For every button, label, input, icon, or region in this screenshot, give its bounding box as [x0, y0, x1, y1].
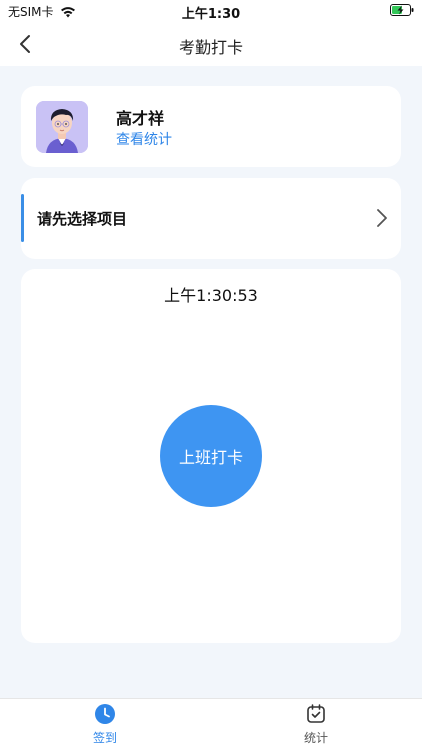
avatar-illustration — [36, 101, 88, 153]
chevron-right-icon — [377, 209, 387, 227]
clock-in-button[interactable]: 上班打卡 — [160, 405, 262, 507]
checkin-card: 上午1:30:53 上班打卡 — [21, 269, 401, 643]
wifi-icon — [60, 6, 75, 17]
profile-card: 高才祥 查看统计 — [21, 86, 401, 167]
tab-stats-label: 统计 — [303, 731, 328, 745]
current-time: 上午1:30:53 — [164, 286, 258, 305]
tab-stats[interactable]: 统计 — [286, 703, 346, 747]
calendar-check-icon — [307, 704, 325, 723]
carrier-label: 无SIM卡 — [8, 5, 54, 19]
status-left: 无SIM卡 — [8, 3, 76, 20]
page-title: 考勤打卡 — [178, 38, 243, 57]
tab-bar: 签到 统计 — [0, 698, 422, 750]
avatar — [36, 101, 88, 153]
back-button[interactable] — [14, 32, 38, 56]
clock-icon — [95, 704, 115, 724]
navigation-bar: 考勤打卡 — [0, 22, 422, 66]
status-bar: 无SIM卡 上午1:30 — [0, 0, 422, 22]
view-stats-link[interactable]: 查看统计 — [116, 129, 172, 149]
project-prompt: 请先选择项目 — [37, 210, 128, 228]
battery-charging-icon — [390, 4, 414, 16]
tab-checkin-label: 签到 — [92, 731, 117, 745]
user-name: 高才祥 — [116, 109, 165, 128]
clock-in-label: 上班打卡 — [178, 448, 243, 467]
tab-checkin[interactable]: 签到 — [75, 703, 135, 747]
project-select-card[interactable]: 请先选择项目 — [21, 178, 401, 259]
accent-bar — [21, 194, 24, 242]
